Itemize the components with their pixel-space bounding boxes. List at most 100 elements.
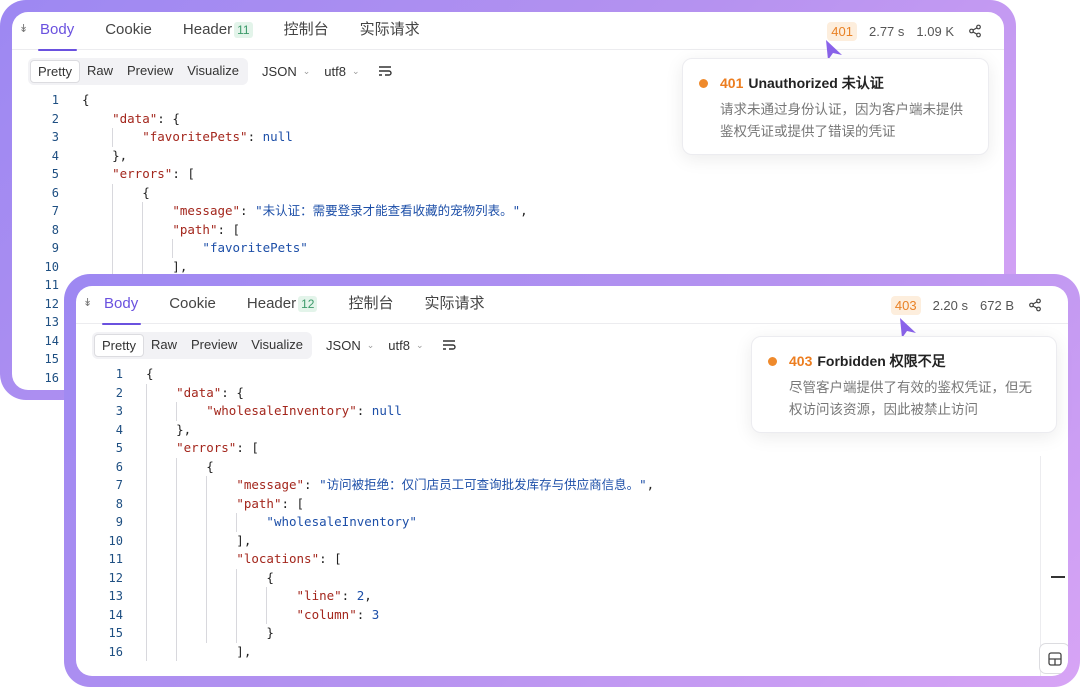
tab-actual-request[interactable]: 实际请求: [358, 12, 435, 50]
popover-status-code: 401: [720, 75, 744, 91]
encoding-value: utf8: [388, 337, 410, 353]
header-count-badge: 11: [234, 22, 253, 38]
code-text: },: [82, 147, 128, 163]
collapse-icon[interactable]: ↡: [19, 22, 28, 36]
encoding-select[interactable]: utf8 ⌄: [388, 338, 423, 353]
response-tabs: Body Cookie Header 11 控制台 实际请求: [38, 12, 449, 51]
line-number: 8: [115, 496, 123, 511]
line-number: 6: [115, 459, 123, 474]
view-visualize[interactable]: Visualize: [180, 60, 246, 83]
tab-actual-request[interactable]: 实际请求: [422, 286, 499, 324]
code-text: {: [146, 458, 214, 474]
share-icon[interactable]: [1028, 298, 1042, 312]
status-popover: 401 Unauthorized 未认证 请求未通过身份认证，因为客户端未提供鉴权…: [682, 58, 989, 155]
wrap-lines-icon[interactable]: [441, 338, 457, 352]
code-line: 6 {: [12, 183, 1004, 202]
line-number: 12: [108, 570, 123, 585]
line-number: 12: [44, 296, 59, 311]
view-pretty[interactable]: Pretty: [30, 59, 80, 83]
popover-status-text: Unauthorized 未认证: [748, 75, 884, 91]
view-visualize[interactable]: Visualize: [244, 334, 310, 357]
line-number: 11: [44, 278, 59, 292]
code-line: 15 }: [76, 624, 1068, 643]
view-preview[interactable]: Preview: [184, 334, 244, 357]
status-badge[interactable]: 403: [890, 295, 921, 315]
popover-title: 401 Unauthorized 未认证: [699, 73, 884, 93]
code-text: "path": [: [172, 221, 241, 237]
code-line: 10 ],: [76, 531, 1068, 550]
format-select[interactable]: JSON ⌄: [262, 64, 310, 79]
response-size: 1.09 K: [916, 23, 954, 39]
popover-status-text: Forbidden 权限不足: [817, 353, 946, 369]
code-text: "wholesaleInventory": [266, 514, 417, 529]
code-line: 5 "errors": [: [76, 439, 1068, 458]
chevron-down-icon: ⌄: [415, 339, 424, 350]
tab-cookie[interactable]: Cookie: [167, 286, 231, 324]
encoding-select[interactable]: utf8 ⌄: [324, 64, 359, 79]
layout-button[interactable]: [1039, 643, 1068, 674]
chevron-down-icon: ⌄: [351, 65, 360, 76]
response-time: 2.77 s: [868, 23, 905, 39]
code-line: 14 "column": 3: [76, 605, 1068, 624]
tab-cookie[interactable]: Cookie: [103, 12, 167, 50]
view-raw[interactable]: Raw: [80, 60, 120, 83]
tab-label: 实际请求: [424, 295, 485, 312]
code-text: "data": {: [176, 384, 244, 400]
format-select[interactable]: JSON ⌄: [326, 338, 374, 353]
code-text: "favoritePets": null: [142, 129, 293, 144]
code-text: ],: [146, 532, 252, 548]
line-number: 15: [44, 352, 59, 366]
tab-body[interactable]: Body: [102, 286, 153, 325]
view-raw[interactable]: Raw: [144, 334, 184, 357]
chevron-down-icon: ⌄: [366, 339, 375, 350]
code-line: 7 "message": "访问被拒绝：仅门店员工可查询批发库存与供应商信息。"…: [76, 476, 1068, 495]
tab-label: Header: [246, 295, 297, 312]
collapse-icon[interactable]: ↡: [83, 296, 92, 310]
tab-body[interactable]: Body: [38, 12, 89, 51]
line-number: 4: [51, 148, 59, 163]
minus-icon[interactable]: [1051, 576, 1065, 578]
view-pretty[interactable]: Pretty: [94, 333, 144, 357]
view-preview[interactable]: Preview: [120, 60, 180, 83]
popover-title: 403 Forbidden 权限不足: [768, 351, 946, 371]
code-text: "wholesaleInventory": null: [206, 403, 402, 418]
code-line: 9 "wholesaleInventory": [76, 513, 1068, 532]
code-text: "errors": [: [176, 440, 259, 455]
tab-header[interactable]: Header 11: [181, 12, 268, 50]
code-text: "path": [: [236, 495, 305, 511]
status-dot-icon: [768, 356, 777, 366]
popover-description: 请求未通过身份认证，因为客户端未提供鉴权凭证或提供了错误的凭证: [720, 102, 963, 139]
popover-description: 尽管客户端提供了有效的鉴权凭证，但无权访问该资源，因此被禁止访问: [789, 380, 1032, 417]
line-number: 16: [44, 370, 59, 385]
wrap-lines-icon[interactable]: [377, 64, 393, 78]
response-time: 2.20 s: [932, 297, 969, 313]
format-value: JSON: [262, 63, 297, 79]
tab-label: 实际请求: [359, 21, 420, 38]
tab-label: Body: [104, 295, 139, 312]
code-text: "column": 3: [296, 606, 380, 622]
line-number: 1: [115, 367, 123, 381]
code-text: "message": "未认证：需要登录才能查看收藏的宠物列表。",: [172, 203, 528, 218]
response-tabbar: ↡ Body Cookie Header 11 控制台 实际请求 401 2.77…: [12, 12, 1004, 51]
line-number: 15: [108, 626, 123, 640]
tab-console[interactable]: 控制台: [282, 12, 344, 50]
code-text: {: [82, 184, 150, 200]
line-number: 7: [115, 478, 123, 492]
code-line: 7 "message": "未认证：需要登录才能查看收藏的宠物列表。",: [12, 202, 1004, 221]
layout-icon: [1047, 651, 1062, 666]
line-number: 4: [115, 422, 123, 437]
status-dot-icon: [699, 78, 708, 88]
body-toolbar: Pretty Raw Preview Visualize JSON ⌄ utf8 ⌄: [92, 331, 457, 359]
line-number: 6: [51, 185, 59, 200]
share-icon[interactable]: [968, 24, 982, 38]
tab-console[interactable]: 控制台: [346, 286, 408, 324]
line-number: 9: [51, 241, 59, 255]
tab-label: Body: [40, 21, 75, 38]
line-number: 8: [51, 222, 59, 237]
tab-header[interactable]: Header 12: [245, 286, 333, 324]
code-line: 9 "favoritePets": [12, 239, 1004, 258]
tab-label: Cookie: [169, 295, 216, 312]
response-meta: 401 2.77 s 1.09 K: [827, 12, 982, 50]
line-number: 2: [51, 111, 59, 126]
tab-label: 控制台: [348, 295, 394, 312]
